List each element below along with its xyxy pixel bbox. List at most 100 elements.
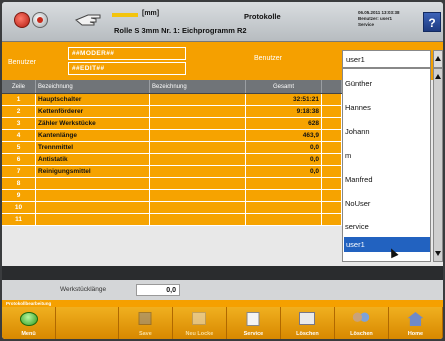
workpiece-length-field[interactable]: 0,0 (136, 284, 180, 296)
table-row[interactable]: 5 Trennmittel 0,0 (2, 142, 342, 154)
role-moder: ##MODER## (68, 47, 186, 60)
table-row[interactable]: 8 (2, 178, 342, 190)
dropdown-item[interactable]: NoUser (345, 199, 370, 208)
header-bar: [mm] Rolle S 3mm Nr. 1: Eichprogramm R2 … (2, 2, 443, 42)
row-name: Kettenförderer (36, 106, 150, 117)
record-red-icon[interactable] (14, 12, 30, 28)
table-row[interactable]: 9 (2, 190, 342, 202)
table-row[interactable]: 3 Zähler Werkstücke 628 (2, 118, 342, 130)
hand-pointer-icon[interactable] (74, 11, 104, 29)
row-name: Zähler Werkstücke (36, 118, 150, 129)
row-total (246, 178, 322, 189)
row-number: 5 (2, 142, 36, 153)
row-description (150, 118, 246, 129)
service-button[interactable]: Service (227, 307, 281, 339)
col-bezeichnung-2: Bezeichnung (150, 80, 246, 93)
service-icon (246, 312, 260, 326)
scroll-up-icon[interactable] (435, 74, 441, 79)
row-description (150, 214, 246, 225)
table-row[interactable]: 1 Hauptschalter 32:51:21 (2, 94, 342, 106)
user-dropdown-list[interactable]: Günther Hannes Johann m Manfred NoUser s… (342, 68, 431, 262)
row-number: 11 (2, 214, 36, 225)
table-row[interactable]: 4 Kantenlänge 463,9 (2, 130, 342, 142)
row-number: 6 (2, 154, 36, 165)
row-number: 7 (2, 166, 36, 177)
record-stop-icon[interactable] (32, 12, 48, 28)
divider-band (2, 266, 443, 280)
delete-icon (299, 312, 316, 325)
row-name: Antistatik (36, 154, 150, 165)
row-total: 0,0 (246, 166, 322, 177)
row-number: 9 (2, 190, 36, 201)
role-edit: ##EDIT## (68, 62, 186, 75)
user-select[interactable]: user1 (342, 50, 431, 68)
row-spacer (322, 214, 342, 225)
dropdown-item[interactable]: Manfred (345, 175, 373, 184)
row-total (246, 214, 322, 225)
row-spacer (322, 154, 342, 165)
delete-users-button[interactable]: Löschen (335, 307, 389, 339)
dropdown-item[interactable]: service (345, 222, 369, 231)
protocol-table: Zeile Bezeichnung Bezeichnung Gesamt 1 Ha… (2, 80, 342, 226)
row-description (150, 142, 246, 153)
col-gesamt: Gesamt (246, 80, 322, 93)
row-number: 3 (2, 118, 36, 129)
dropdown-item[interactable]: Günther (345, 79, 372, 88)
row-description (150, 190, 246, 201)
row-spacer (322, 202, 342, 213)
app-window: [mm] Rolle S 3mm Nr. 1: Eichprogramm R2 … (2, 2, 443, 339)
save-icon (138, 312, 152, 325)
benutzer-label-right: Benutzer (254, 55, 283, 62)
table-row[interactable]: 2 Kettenförderer 9:18:38 (2, 106, 342, 118)
dropdown-item[interactable]: Johann (345, 127, 370, 136)
bottom-toolbar: Menü Save Neu Locke Service Löschen Lösc… (2, 307, 443, 339)
table-row[interactable]: 6 Antistatik 0,0 (2, 154, 342, 166)
row-number: 10 (2, 202, 36, 213)
scroll-down-icon[interactable] (435, 251, 441, 256)
row-total: 0,0 (246, 142, 322, 153)
page-title: Protokolle (244, 12, 281, 21)
table-row[interactable]: 11 (2, 214, 342, 226)
home-button[interactable]: Home (389, 307, 443, 339)
row-number: 1 (2, 94, 36, 105)
col-zeile: Zeile (2, 80, 36, 93)
row-total: 628 (246, 118, 322, 129)
menu-button[interactable]: Menü (2, 307, 57, 339)
dropdown-item[interactable]: m (345, 151, 351, 160)
paper-button[interactable] (56, 307, 119, 339)
row-number: 4 (2, 130, 36, 141)
save-button[interactable]: Save (119, 307, 173, 339)
dropdown-item[interactable]: Hannes (345, 103, 371, 112)
table-row[interactable]: 10 (2, 202, 342, 214)
row-name: Hauptschalter (36, 94, 150, 105)
row-name: Reinigungsmittel (36, 166, 150, 177)
new-button[interactable]: Neu Locke (173, 307, 227, 339)
menu-icon (19, 312, 38, 326)
datetime-block: 06.05.2011 13:03:38 Benutzer: user1 Serv… (358, 10, 400, 27)
status-text: Protokollbearbeitung (6, 301, 52, 306)
home-icon (407, 312, 424, 326)
row-name (36, 178, 150, 189)
table-header: Zeile Bezeichnung Bezeichnung Gesamt (2, 80, 342, 94)
workpiece-length-label: Werkstücklänge (60, 286, 107, 293)
help-icon[interactable]: ? (423, 12, 441, 32)
dropdown-scrollbar[interactable] (433, 68, 443, 262)
row-number: 2 (2, 106, 36, 117)
row-description (150, 166, 246, 177)
row-description (150, 202, 246, 213)
table-row[interactable]: 7 Reinigungsmittel 0,0 (2, 166, 342, 178)
delete-button[interactable]: Löschen (281, 307, 335, 339)
row-spacer (322, 178, 342, 189)
delete-users-icon (352, 312, 371, 325)
row-description (150, 130, 246, 141)
row-total (246, 190, 322, 201)
row-name: Kantenlänge (36, 130, 150, 141)
row-spacer (322, 166, 342, 177)
roll-program-info: Rolle S 3mm Nr. 1: Eichprogramm R2 (114, 26, 247, 35)
row-name (36, 190, 150, 201)
workpiece-panel: Werkstücklänge 0,0 (2, 280, 443, 300)
select-arrow-up-icon[interactable] (433, 50, 443, 68)
row-description (150, 178, 246, 189)
row-number: 8 (2, 178, 36, 189)
row-total: 32:51:21 (246, 94, 322, 105)
